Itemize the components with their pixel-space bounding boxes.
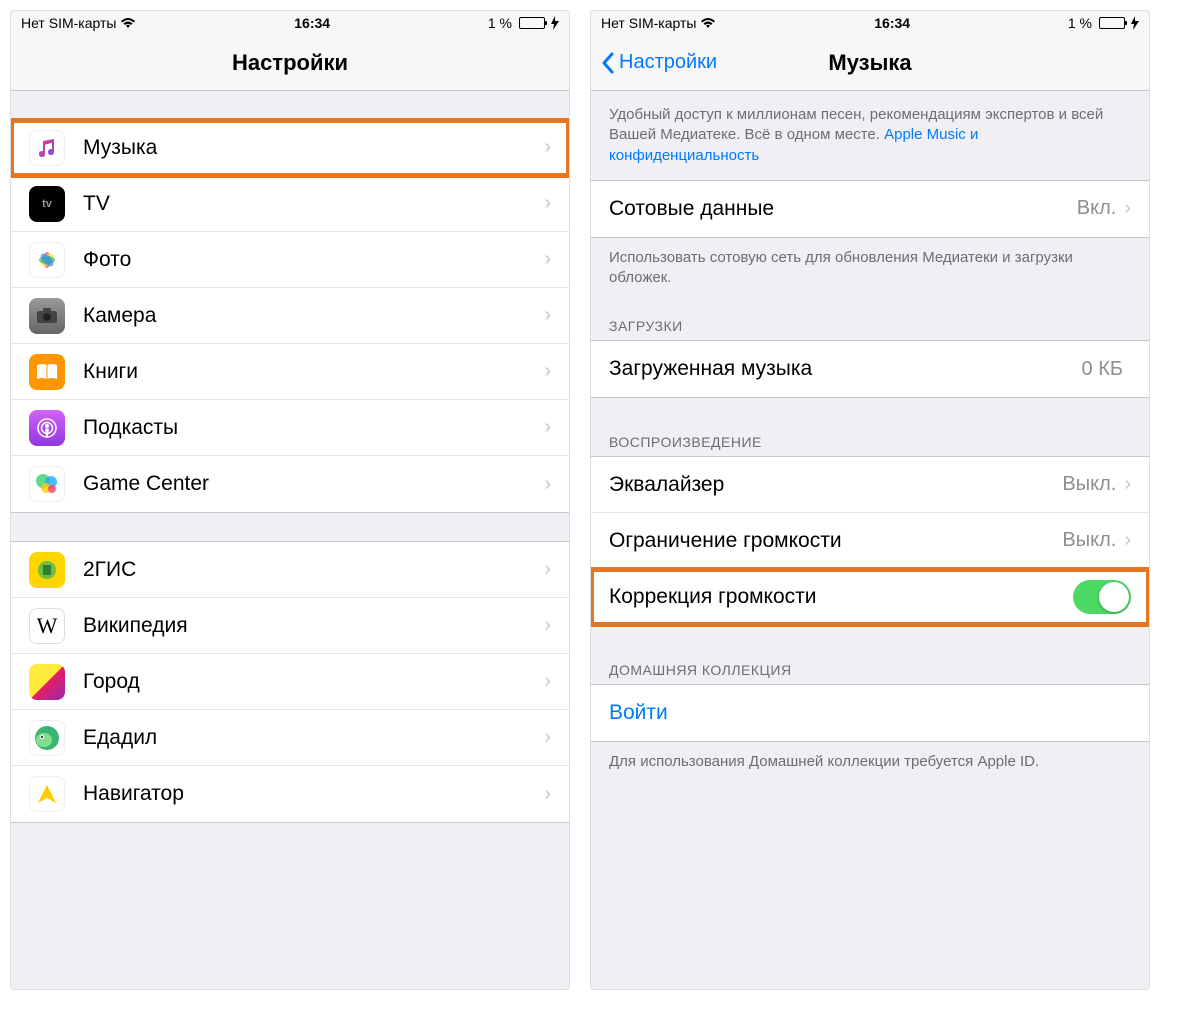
row-value: 0 КБ (1082, 358, 1123, 381)
row-value: Выкл. (1062, 529, 1116, 552)
row-edadil[interactable]: Едадил › (11, 710, 569, 766)
battery-pct: 1 % (1068, 15, 1092, 31)
row-downloaded-music[interactable]: Загруженная музыка 0 КБ (591, 341, 1149, 397)
back-label: Настройки (619, 51, 717, 74)
row-signin[interactable]: Войти (591, 685, 1149, 741)
chevron-icon: › (544, 473, 551, 496)
charging-icon (1131, 16, 1139, 30)
cellular-footer: Использовать сотовую сеть для обновления… (591, 238, 1149, 303)
chevron-icon: › (544, 726, 551, 749)
row-photos[interactable]: Фото › (11, 232, 569, 288)
row-label: Сотовые данные (609, 197, 1077, 221)
chevron-icon: › (1124, 473, 1131, 496)
row-label: 2ГИС (83, 558, 544, 582)
chevron-icon: › (1124, 197, 1131, 220)
page-title: Музыка (828, 50, 911, 76)
navigator-icon (29, 776, 65, 812)
wifi-icon (120, 17, 136, 29)
signin-link[interactable]: Войти (609, 701, 668, 725)
row-books[interactable]: Книги › (11, 344, 569, 400)
battery-icon (1096, 17, 1125, 29)
settings-list[interactable]: Музыка › tv TV › Фото › Камера › (11, 91, 569, 989)
row-navigator[interactable]: Навигатор › (11, 766, 569, 822)
status-bar: Нет SIM-карты 16:34 1 % (11, 11, 569, 35)
photos-icon (29, 242, 65, 278)
row-camera[interactable]: Камера › (11, 288, 569, 344)
row-label: Загруженная музыка (609, 357, 1082, 381)
battery-pct: 1 % (488, 15, 512, 31)
carrier-text: Нет SIM-карты (21, 15, 116, 31)
books-icon (29, 354, 65, 390)
podcasts-icon (29, 410, 65, 446)
row-wikipedia[interactable]: W Википедия › (11, 598, 569, 654)
row-equalizer[interactable]: Эквалайзер Выкл. › (591, 457, 1149, 513)
chevron-icon: › (544, 783, 551, 806)
row-label: Едадил (83, 726, 544, 750)
row-label: Эквалайзер (609, 473, 1062, 497)
chevron-icon: › (544, 192, 551, 215)
row-label: Фото (83, 248, 544, 272)
carrier-text: Нет SIM-карты (601, 15, 696, 31)
row-podcasts[interactable]: Подкасты › (11, 400, 569, 456)
2gis-icon (29, 552, 65, 588)
wikipedia-icon: W (29, 608, 65, 644)
row-label: Game Center (83, 472, 544, 496)
gorod-icon (29, 664, 65, 700)
wifi-icon (700, 17, 716, 29)
chevron-icon: › (544, 416, 551, 439)
chevron-icon: › (544, 670, 551, 693)
charging-icon (551, 16, 559, 30)
chevron-icon: › (544, 360, 551, 383)
row-label: Книги (83, 360, 544, 384)
row-label: Подкасты (83, 416, 544, 440)
row-label: Музыка (83, 136, 544, 160)
row-2gis[interactable]: 2ГИС › (11, 542, 569, 598)
status-time: 16:34 (874, 15, 910, 31)
status-time: 16:34 (294, 15, 330, 31)
nav-bar: Настройки Музыка (591, 35, 1149, 91)
home-sharing-header: ДОМАШНЯЯ КОЛЛЕКЦИЯ (591, 646, 1149, 684)
phone-music-settings: Нет SIM-карты 16:34 1 % Настройки Музыка… (590, 10, 1150, 990)
chevron-icon: › (1124, 529, 1131, 552)
status-bar: Нет SIM-карты 16:34 1 % (591, 11, 1149, 35)
row-tv[interactable]: tv TV › (11, 176, 569, 232)
chevron-icon: › (544, 558, 551, 581)
tv-icon: tv (29, 186, 65, 222)
home-sharing-footer: Для использования Домашней коллекции тре… (591, 742, 1149, 786)
gamecenter-icon (29, 466, 65, 502)
music-settings-list[interactable]: Удобный доступ к миллионам песен, рекоме… (591, 91, 1149, 989)
music-icon (29, 130, 65, 166)
row-cellular-data[interactable]: Сотовые данные Вкл. › (591, 181, 1149, 237)
row-label: Коррекция громкости (609, 585, 1073, 609)
battery-icon (516, 17, 545, 29)
nav-bar: Настройки (11, 35, 569, 91)
row-label: Навигатор (83, 782, 544, 806)
row-value: Выкл. (1062, 473, 1116, 496)
row-label: Википедия (83, 614, 544, 638)
back-button[interactable]: Настройки (601, 51, 717, 74)
row-gamecenter[interactable]: Game Center › (11, 456, 569, 512)
chevron-icon: › (544, 136, 551, 159)
row-gorod[interactable]: Город › (11, 654, 569, 710)
edadil-icon (29, 720, 65, 756)
chevron-icon: › (544, 304, 551, 327)
row-value: Вкл. (1077, 197, 1117, 220)
row-music[interactable]: Музыка › (11, 120, 569, 176)
sound-check-toggle[interactable] (1073, 580, 1131, 614)
row-label: Город (83, 670, 544, 694)
chevron-icon: › (544, 614, 551, 637)
row-label: Камера (83, 304, 544, 328)
row-label: Ограничение громкости (609, 529, 1062, 553)
downloads-header: ЗАГРУЗКИ (591, 302, 1149, 340)
intro-text: Удобный доступ к миллионам песен, рекоме… (591, 91, 1149, 180)
row-volume-limit[interactable]: Ограничение громкости Выкл. › (591, 513, 1149, 569)
row-label: TV (83, 192, 544, 216)
camera-icon (29, 298, 65, 334)
page-title: Настройки (232, 50, 348, 76)
row-sound-check[interactable]: Коррекция громкости (591, 569, 1149, 625)
phone-settings: Нет SIM-карты 16:34 1 % Настройки (10, 10, 570, 990)
chevron-icon: › (544, 248, 551, 271)
playback-header: ВОСПРОИЗВЕДЕНИЕ (591, 418, 1149, 456)
